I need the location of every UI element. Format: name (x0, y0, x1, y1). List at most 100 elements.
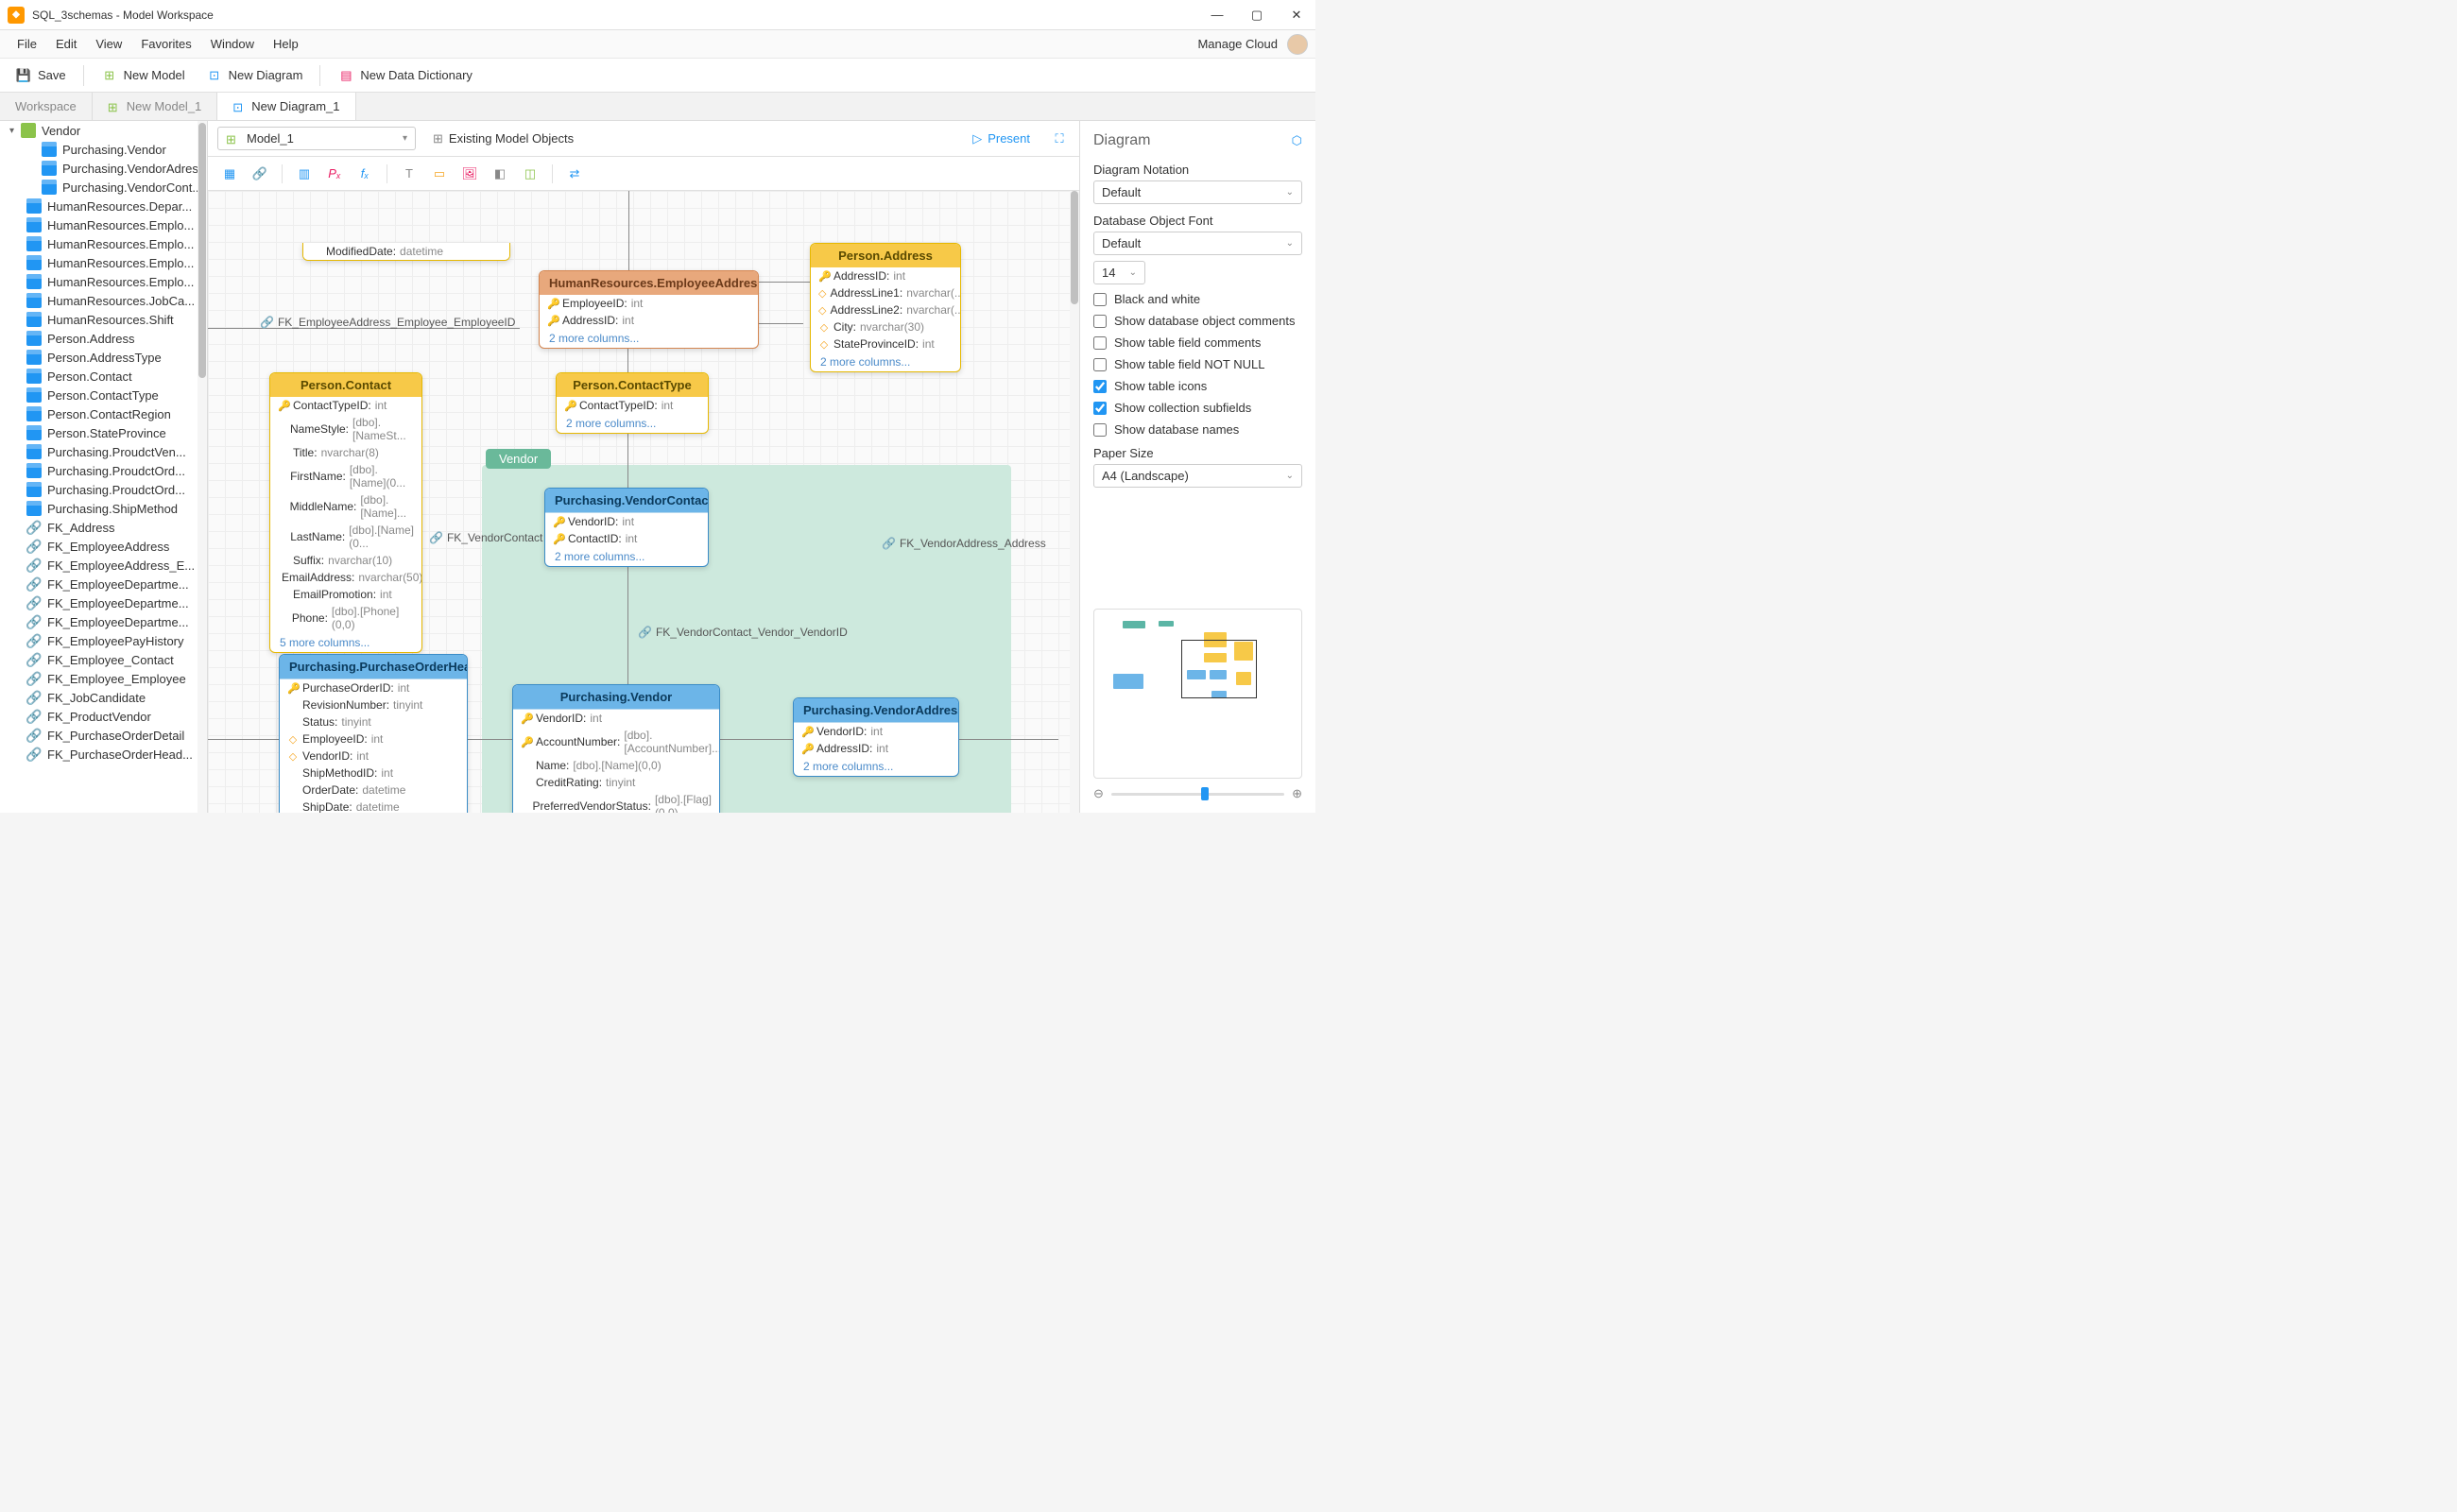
tree-item[interactable]: Purchasing.ProudctOrd... (0, 461, 207, 480)
zoom-slider[interactable]: ⊖ ⊕ (1093, 786, 1302, 801)
tree-item[interactable]: HumanResources.Emplo... (0, 253, 207, 272)
tree-item[interactable]: Person.AddressType (0, 348, 207, 367)
tree-item-fk[interactable]: 🔗FK_EmployeeAddress_E... (0, 556, 207, 575)
tree-item-fk[interactable]: 🔗FK_Employee_Contact (0, 650, 207, 669)
tree-item-fk[interactable]: 🔗FK_Address (0, 518, 207, 537)
tree-item-fk[interactable]: 🔗FK_PurchaseOrderDetail (0, 726, 207, 745)
px-tool-icon[interactable]: Pₓ (326, 165, 343, 182)
text-tool-icon[interactable]: T (401, 165, 418, 182)
minimap-viewport[interactable] (1181, 640, 1257, 698)
tree-item-fk[interactable]: 🔗FK_EmployeeDepartme... (0, 593, 207, 612)
tree-item[interactable]: Person.ContactRegion (0, 404, 207, 423)
model-selector[interactable]: ⊞ Model_1 ▾ (217, 127, 416, 150)
view-tool-icon[interactable]: ▥ (296, 165, 313, 182)
maximize-button[interactable]: ▢ (1246, 8, 1268, 23)
manage-cloud-link[interactable]: Manage Cloud (1197, 37, 1278, 51)
menu-window[interactable]: Window (201, 33, 264, 55)
tree-item-fk[interactable]: 🔗FK_EmployeeAddress (0, 537, 207, 556)
tree-item[interactable]: HumanResources.Emplo... (0, 234, 207, 253)
entity-vendor-contact[interactable]: Purchasing.VendorContact 🔑VendorID: int🔑… (544, 488, 709, 567)
check-dbnames[interactable]: Show database names (1093, 422, 1302, 437)
save-button[interactable]: 💾 Save (8, 63, 74, 88)
tree-item[interactable]: Purchasing.VendorCont... (0, 178, 207, 197)
entity-vendor-address[interactable]: Purchasing.VendorAddress 🔑VendorID: int🔑… (793, 697, 959, 777)
fx-tool-icon[interactable]: fₓ (356, 165, 373, 182)
more-columns[interactable]: 2 more columns... (811, 352, 960, 371)
tree-item-fk[interactable]: 🔗FK_JobCandidate (0, 688, 207, 707)
tree-item[interactable]: HumanResources.Shift (0, 310, 207, 329)
check-subfields[interactable]: Show collection subfields (1093, 401, 1302, 415)
sidebar-scrollbar[interactable] (198, 121, 207, 813)
tree-item-fk[interactable]: 🔗FK_EmployeeDepartme... (0, 612, 207, 631)
entity-purchase-order-header[interactable]: Purchasing.PurchaseOrderHeader 🔑Purchase… (279, 654, 468, 813)
menu-file[interactable]: File (8, 33, 46, 55)
entity-person-address[interactable]: Person.Address 🔑AddressID: int◇AddressLi… (810, 243, 961, 372)
entity-partial[interactable]: ModifiedDate: datetime (302, 243, 510, 261)
autolayout-icon[interactable]: ⇄ (566, 165, 583, 182)
zoom-out-icon[interactable]: ⊖ (1093, 786, 1104, 801)
tree-item[interactable]: Person.StateProvince (0, 423, 207, 442)
canvas-scrollbar[interactable] (1070, 191, 1079, 813)
tab-workspace[interactable]: Workspace (0, 93, 93, 120)
check-obj-comments[interactable]: Show database object comments (1093, 314, 1302, 328)
entity-employee-address[interactable]: HumanResources.EmployeeAddress 🔑Employee… (539, 270, 759, 349)
check-field-comments[interactable]: Show table field comments (1093, 335, 1302, 350)
paper-select[interactable]: A4 (Landscape)⌄ (1093, 464, 1302, 488)
entity-contact-type[interactable]: Person.ContactType 🔑ContactTypeID: int 2… (556, 372, 709, 434)
minimap[interactable] (1093, 609, 1302, 779)
notation-select[interactable]: Default⌄ (1093, 180, 1302, 204)
tree-item[interactable]: Purchasing.ShipMethod (0, 499, 207, 518)
tree-item[interactable]: HumanResources.Emplo... (0, 215, 207, 234)
tree-item-fk[interactable]: 🔗FK_ProductVendor (0, 707, 207, 726)
image-tool-icon[interactable]: 🖼 (461, 165, 478, 182)
entity-person-contact[interactable]: Person.Contact 🔑ContactTypeID: int NameS… (269, 372, 422, 653)
check-notnull[interactable]: Show table field NOT NULL (1093, 357, 1302, 371)
more-columns[interactable]: 2 more columns... (545, 547, 708, 566)
new-data-dict-button[interactable]: ▤ New Data Dictionary (330, 63, 480, 88)
existing-objects-button[interactable]: ⊞ Existing Model Objects (425, 128, 581, 150)
new-diagram-button[interactable]: ⊡ New Diagram (198, 63, 311, 88)
menu-view[interactable]: View (86, 33, 131, 55)
more-columns[interactable]: 2 more columns... (794, 757, 958, 776)
entity-vendor[interactable]: Purchasing.Vendor 🔑VendorID: int🔑Account… (512, 684, 720, 813)
menu-help[interactable]: Help (264, 33, 308, 55)
more-columns[interactable]: 2 more columns... (557, 414, 708, 433)
tree-item-fk[interactable]: 🔗FK_PurchaseOrderHead... (0, 745, 207, 764)
check-icons[interactable]: Show table icons (1093, 379, 1302, 393)
more-columns[interactable]: 2 more columns... (540, 329, 758, 348)
tree-item[interactable]: Purchasing.ProudctOrd... (0, 480, 207, 499)
tree-root-vendor[interactable]: ▾ Vendor (0, 121, 207, 140)
relation-tool-icon[interactable]: 🔗 (251, 165, 268, 182)
tree-item-fk[interactable]: 🔗FK_EmployeePayHistory (0, 631, 207, 650)
diagram-canvas[interactable]: Vendor ModifiedDate: datetime HumanResou… (208, 191, 1079, 813)
zoom-in-icon[interactable]: ⊕ (1292, 786, 1302, 801)
tree-item[interactable]: HumanResources.Emplo... (0, 272, 207, 291)
shape-tool-icon[interactable]: ◧ (491, 165, 508, 182)
new-model-button[interactable]: ⊞ New Model (94, 63, 193, 88)
layer-tool-icon[interactable]: ◫ (522, 165, 539, 182)
fullscreen-button[interactable]: ⛶ (1049, 129, 1070, 149)
check-bw[interactable]: Black and white (1093, 292, 1302, 306)
tree-item[interactable]: HumanResources.Depar... (0, 197, 207, 215)
minimize-button[interactable]: — (1206, 8, 1228, 23)
tree-item[interactable]: Purchasing.Vendor (0, 140, 207, 159)
object-tree-sidebar[interactable]: ▾ Vendor Purchasing.VendorPurchasing.Ven… (0, 121, 208, 813)
tree-item[interactable]: Person.ContactType (0, 386, 207, 404)
font-size-select[interactable]: 14⌄ (1093, 261, 1145, 284)
tree-item[interactable]: HumanResources.JobCa... (0, 291, 207, 310)
font-select[interactable]: Default⌄ (1093, 232, 1302, 255)
present-button[interactable]: ▷ Present (963, 128, 1040, 150)
tree-item-fk[interactable]: 🔗FK_EmployeeDepartme... (0, 575, 207, 593)
tab-new-model[interactable]: ⊞ New Model_1 (93, 93, 218, 120)
tree-item[interactable]: Person.Address (0, 329, 207, 348)
menu-favorites[interactable]: Favorites (131, 33, 200, 55)
menu-edit[interactable]: Edit (46, 33, 86, 55)
more-columns[interactable]: 5 more columns... (270, 633, 421, 652)
note-tool-icon[interactable]: ▭ (431, 165, 448, 182)
tree-item[interactable]: Purchasing.VendorAdress (0, 159, 207, 178)
tree-item[interactable]: Purchasing.ProudctVen... (0, 442, 207, 461)
user-avatar[interactable] (1287, 34, 1308, 55)
tree-item[interactable]: Person.Contact (0, 367, 207, 386)
tab-new-diagram[interactable]: ⊡ New Diagram_1 (217, 93, 355, 120)
tree-item-fk[interactable]: 🔗FK_Employee_Employee (0, 669, 207, 688)
